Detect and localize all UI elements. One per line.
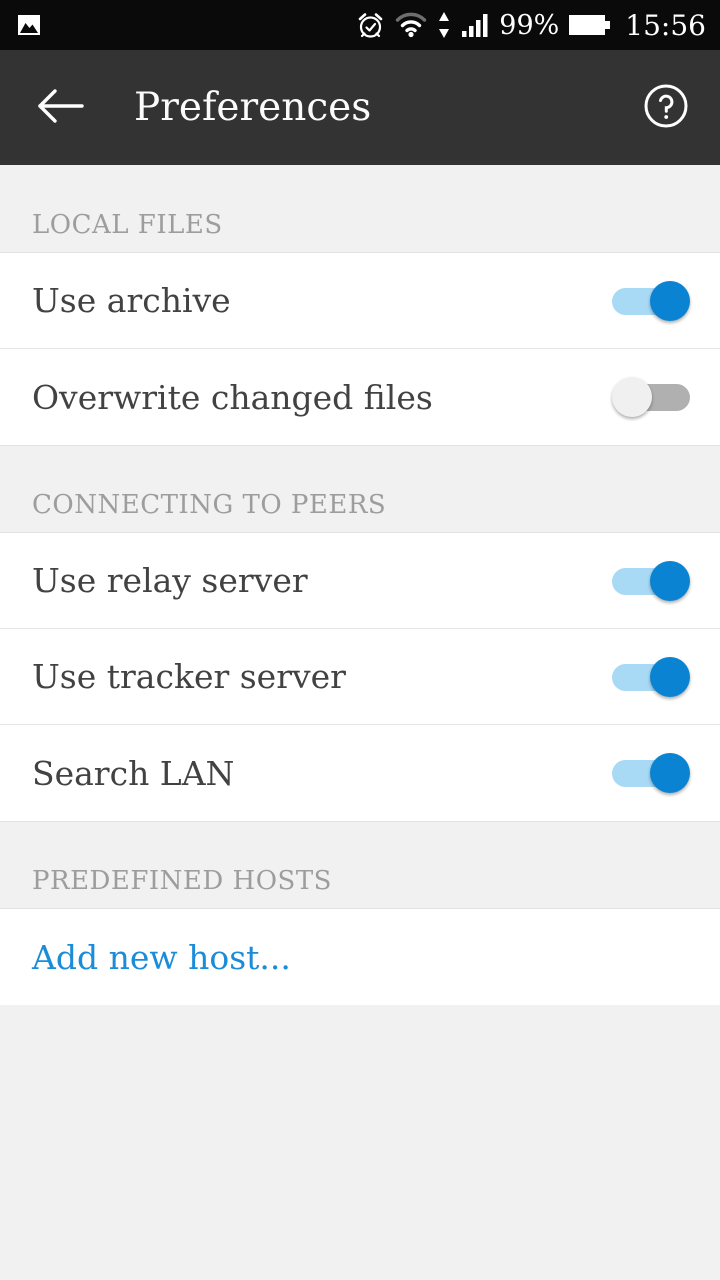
section-list-local-files: Use archive Overwrite changed files — [0, 253, 720, 445]
status-bar-left-icons — [16, 12, 42, 38]
toggle-use-relay-server[interactable] — [612, 560, 690, 601]
status-bar: 99% 15:56 — [0, 0, 720, 50]
toggle-thumb — [650, 560, 690, 601]
arrow-left-icon — [36, 86, 84, 130]
preference-row-add-new-host[interactable]: Add new host... — [0, 909, 720, 1005]
toggle-search-lan[interactable] — [612, 753, 690, 793]
section-header-label: PREDEFINED HOSTS — [32, 866, 332, 896]
preference-label: Use tracker server — [32, 657, 346, 696]
preference-row-overwrite-changed-files[interactable]: Overwrite changed files — [0, 349, 720, 445]
status-bar-right-icons: 99% 15:56 — [356, 9, 706, 42]
preference-row-use-archive[interactable]: Use archive — [0, 253, 720, 349]
page-title: Preferences — [134, 85, 372, 130]
section-header-predefined-hosts: PREDEFINED HOSTS — [0, 821, 720, 909]
preference-label: Use relay server — [32, 561, 308, 600]
toggle-thumb — [650, 656, 690, 697]
wifi-icon — [395, 12, 427, 38]
cellular-signal-icon — [461, 12, 489, 38]
alarm-clock-icon — [356, 11, 385, 40]
help-button[interactable] — [638, 80, 694, 136]
battery-percent-label: 99% — [499, 9, 560, 41]
preference-row-search-lan[interactable]: Search LAN — [0, 725, 720, 821]
section-header-local-files: LOCAL FILES — [0, 165, 720, 253]
battery-full-icon — [569, 13, 611, 37]
section-header-label: LOCAL FILES — [32, 210, 223, 240]
toggle-thumb — [612, 377, 652, 417]
toggle-use-tracker-server[interactable] — [612, 656, 690, 697]
section-list-connecting-to-peers: Use relay server Use tracker server Sear… — [0, 533, 720, 821]
preference-label: Use archive — [32, 281, 231, 320]
preference-label: Overwrite changed files — [32, 377, 433, 417]
section-header-connecting-to-peers: CONNECTING TO PEERS — [0, 445, 720, 533]
section-list-predefined-hosts: Add new host... — [0, 909, 720, 1005]
app-screen: 99% 15:56 Preferences LOCAL FILES Use ar… — [0, 0, 720, 1280]
toggle-overwrite-changed-files[interactable] — [612, 377, 690, 417]
empty-area — [0, 1005, 720, 1280]
toggle-use-archive[interactable] — [612, 280, 690, 321]
preference-label: Search LAN — [32, 753, 235, 793]
preferences-list: LOCAL FILES Use archive Overwrite change… — [0, 165, 720, 1280]
toggle-thumb — [650, 753, 690, 793]
preference-row-use-relay-server[interactable]: Use relay server — [0, 533, 720, 629]
status-bar-clock: 15:56 — [625, 8, 706, 42]
section-header-label: CONNECTING TO PEERS — [32, 490, 387, 520]
help-circle-icon — [641, 81, 691, 135]
toggle-thumb — [650, 280, 690, 321]
preference-row-use-tracker-server[interactable]: Use tracker server — [0, 629, 720, 725]
add-new-host-label: Add new host... — [32, 937, 291, 977]
data-transfer-arrows-icon — [437, 11, 451, 39]
back-button[interactable] — [30, 78, 90, 138]
app-toolbar: Preferences — [0, 50, 720, 165]
image-notification-icon — [16, 12, 42, 38]
